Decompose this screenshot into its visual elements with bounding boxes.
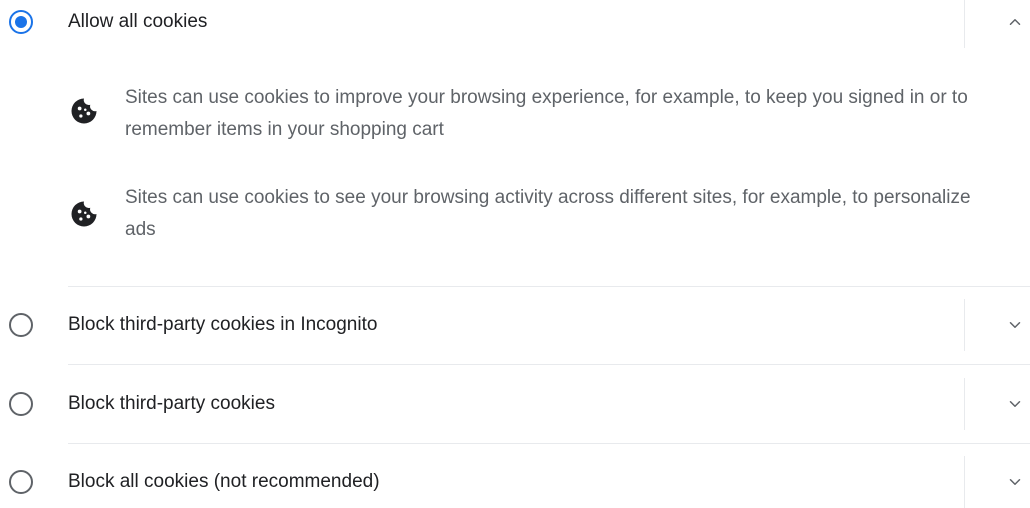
radio-allow-all-cookies[interactable] xyxy=(9,10,33,34)
option-label: Block third-party cookies xyxy=(68,393,275,414)
row-divider xyxy=(964,456,965,508)
option-block-all-cookies[interactable]: Block all cookies (not recommended) xyxy=(0,456,1030,508)
option-label: Block all cookies (not recommended) xyxy=(68,471,380,492)
chevron-up-icon[interactable] xyxy=(1006,13,1024,31)
radio-block-third-party-incognito[interactable] xyxy=(9,313,33,337)
row-divider xyxy=(964,299,965,351)
detail-text: Sites can use cookies to improve your br… xyxy=(125,87,968,140)
chevron-down-icon[interactable] xyxy=(1006,395,1024,413)
row-divider xyxy=(964,378,965,430)
option-label: Block third-party cookies in Incognito xyxy=(68,314,378,335)
cookie-icon xyxy=(71,201,97,227)
row-divider xyxy=(964,0,965,48)
cookie-icon xyxy=(71,98,97,124)
option-label: Allow all cookies xyxy=(68,11,208,32)
option-block-third-party[interactable]: Block third-party cookies xyxy=(0,378,1030,430)
divider xyxy=(68,443,1030,444)
radio-block-all-cookies[interactable] xyxy=(9,470,33,494)
radio-block-third-party[interactable] xyxy=(9,392,33,416)
divider xyxy=(68,286,1030,287)
chevron-down-icon[interactable] xyxy=(1006,473,1024,491)
divider xyxy=(68,364,1030,365)
detail-text: Sites can use cookies to see your browsi… xyxy=(125,187,971,240)
option-block-third-party-incognito[interactable]: Block third-party cookies in Incognito xyxy=(0,299,1030,351)
option-allow-all-cookies[interactable]: Allow all cookies xyxy=(0,0,1030,48)
chevron-down-icon[interactable] xyxy=(1006,316,1024,334)
